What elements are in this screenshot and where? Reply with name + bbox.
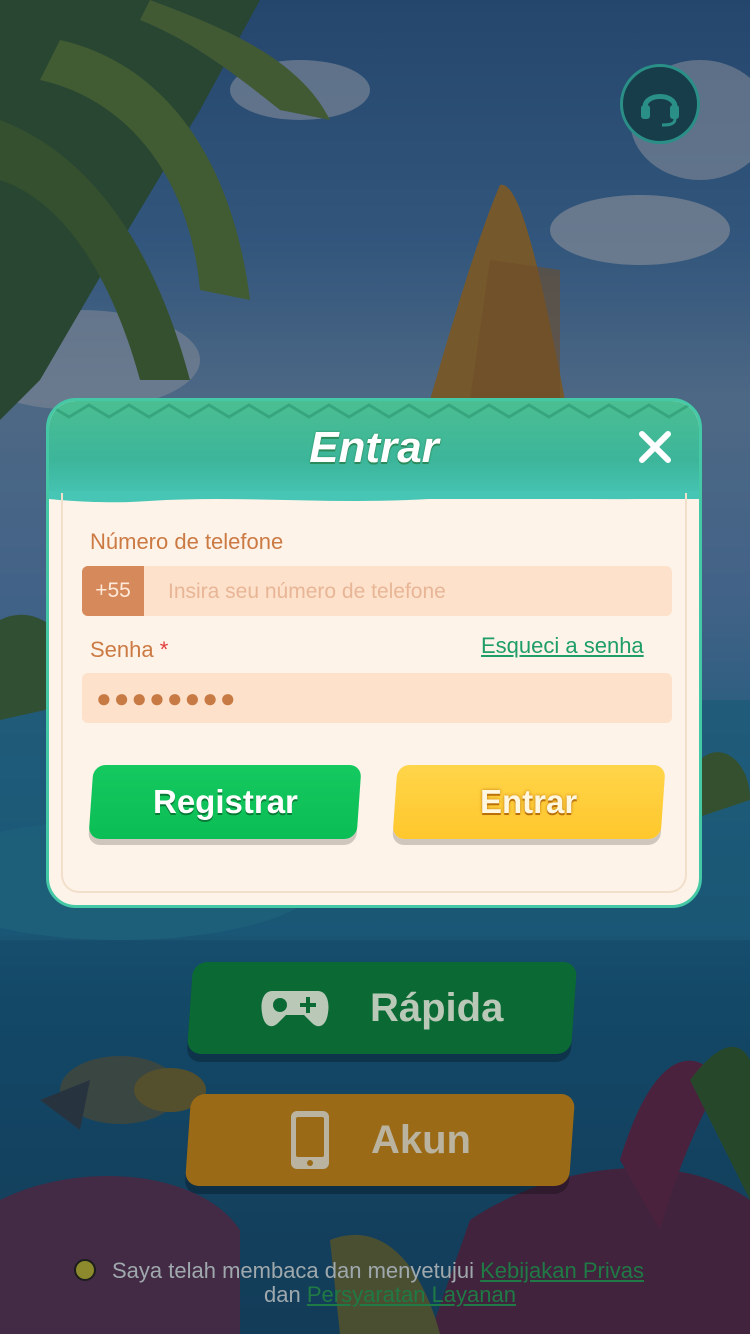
dialog-header: Entrar bbox=[49, 401, 699, 503]
consent-line-1: Saya telah membaca dan menyetujui Kebija… bbox=[112, 1258, 644, 1284]
forgot-password-link[interactable]: Esqueci a senha bbox=[481, 633, 644, 659]
phone-field: +55 bbox=[82, 566, 672, 616]
quick-play-label: Rápida bbox=[370, 985, 504, 1030]
consent-conjunction: dan bbox=[264, 1282, 301, 1307]
terms-of-service-link[interactable]: Persyaratan Layanan bbox=[307, 1282, 516, 1307]
consent-text: Saya telah membaca dan menyetujui bbox=[112, 1258, 474, 1283]
login-button[interactable]: Entrar bbox=[392, 765, 666, 839]
consent-line-2: dan Persyaratan Layanan bbox=[264, 1282, 516, 1308]
dialog-title: Entrar bbox=[309, 423, 439, 472]
account-login-button[interactable]: Akun bbox=[184, 1094, 576, 1186]
consent-checkbox[interactable] bbox=[74, 1259, 96, 1281]
login-button-label: Entrar bbox=[480, 783, 578, 820]
close-icon[interactable] bbox=[635, 427, 675, 467]
register-button-label: Registrar bbox=[152, 783, 298, 820]
password-label-row: Senha * bbox=[90, 637, 168, 663]
phone-input[interactable] bbox=[166, 566, 670, 616]
header-zigzag-decoration bbox=[49, 403, 699, 419]
phone-label: Número de telefone bbox=[90, 529, 284, 554]
register-button[interactable]: Registrar bbox=[88, 765, 362, 839]
headset-icon bbox=[641, 94, 679, 127]
account-login-label: Akun bbox=[371, 1117, 471, 1162]
gamepad-icon bbox=[261, 991, 329, 1027]
required-marker: * bbox=[159, 637, 169, 662]
phone-icon bbox=[291, 1111, 329, 1169]
password-label: Senha bbox=[90, 637, 154, 662]
country-code-selector[interactable]: +55 bbox=[82, 566, 144, 616]
customer-support-button[interactable] bbox=[620, 64, 700, 144]
privacy-policy-link[interactable]: Kebijakan Privas bbox=[480, 1258, 644, 1283]
password-input[interactable]: ●●●●●●●● bbox=[82, 673, 672, 723]
quick-play-button[interactable]: Rápida bbox=[186, 962, 578, 1054]
password-mask: ●●●●●●●● bbox=[96, 683, 238, 713]
login-dialog: Entrar Número de telefone +55 Senha * Es… bbox=[46, 398, 702, 908]
